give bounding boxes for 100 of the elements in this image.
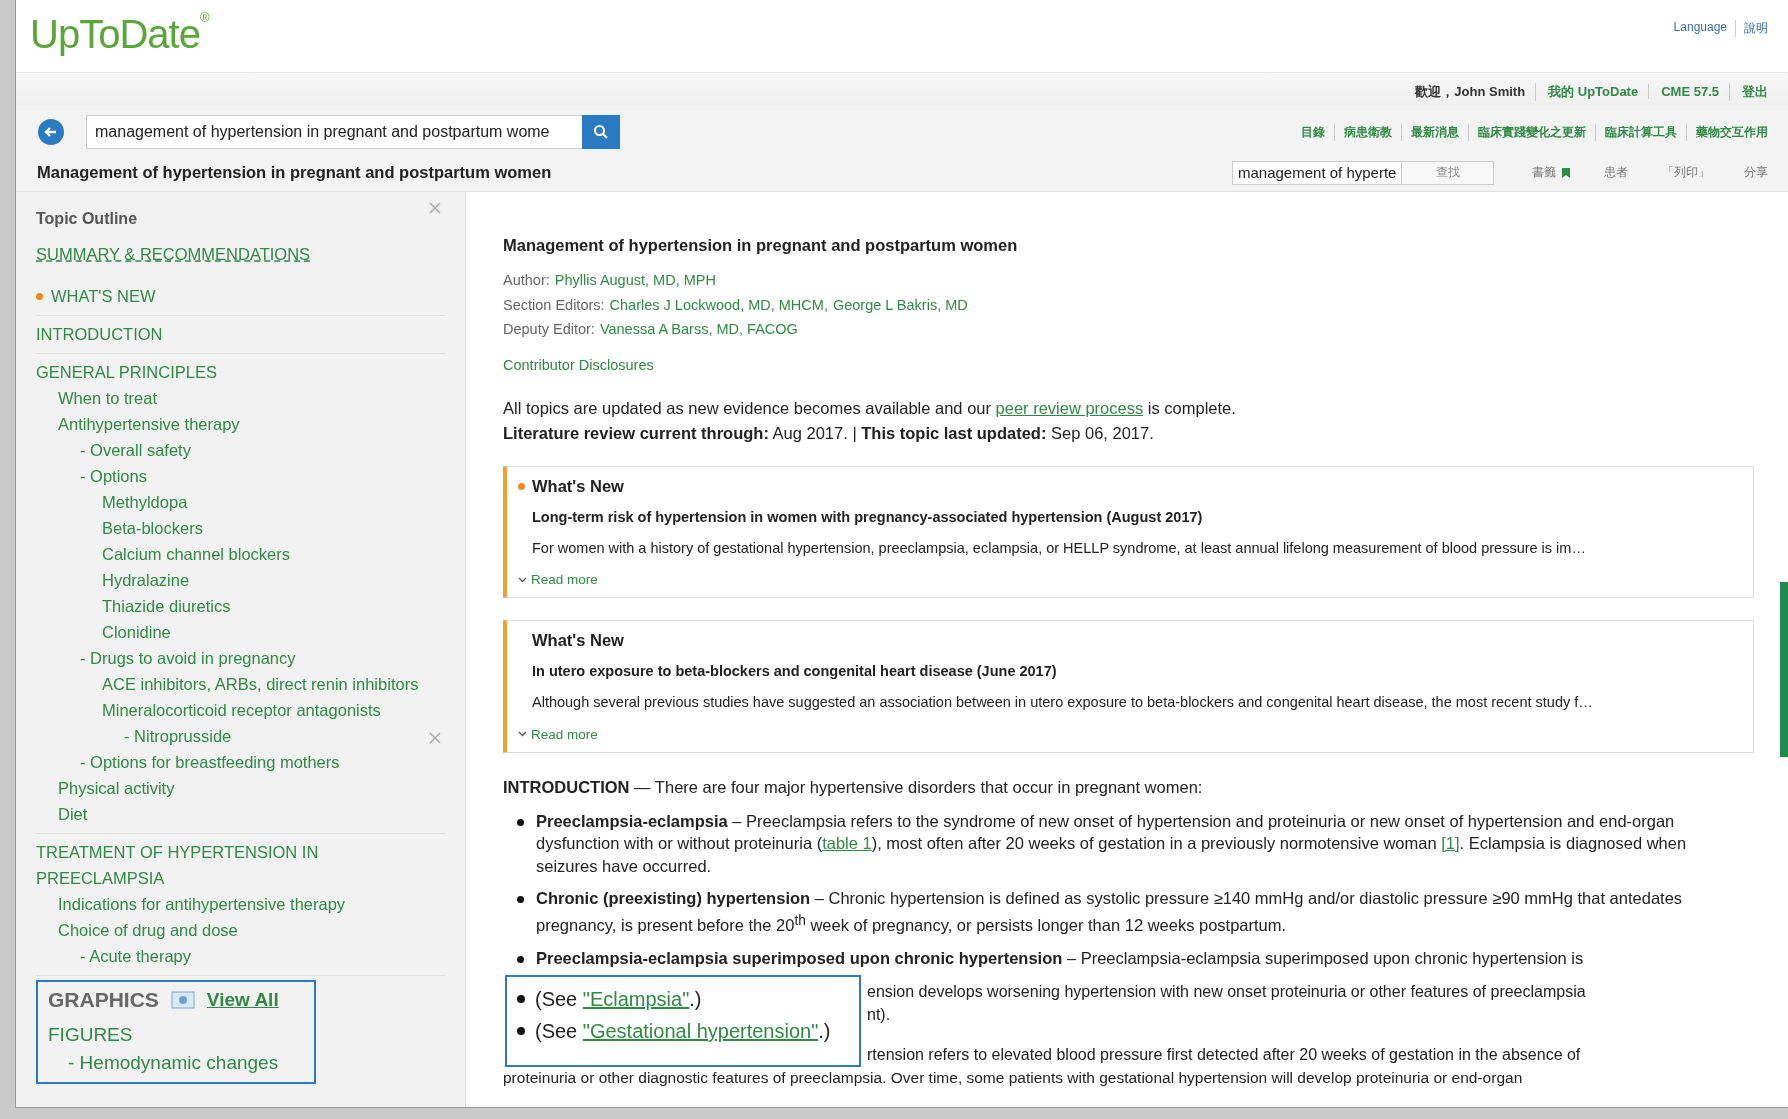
outline-link[interactable]: - Overall safety [36,437,445,463]
bullet-icon [517,995,525,1003]
bookmark-icon [1562,167,1570,178]
toolbar-button[interactable]: 患者 [1604,164,1628,181]
chevron-down-icon [518,576,527,583]
nav-link[interactable]: 目錄 [1301,123,1325,141]
whats-new-summary: Although several previous studies have suggested an association between in utero exposure to beta-blockers and congenital heart disease, the most recent study f… [531,693,1594,711]
outline-link[interactable]: Diet [36,801,445,827]
whats-new-summary: For women with a history of gestational hypertension, preeclampsia, eclampsia, or HELLP syndrome, at least annual lifelong measurement of blood pressure is im… [531,538,1587,557]
image-icon [170,991,195,1009]
user-link[interactable]: 登出 [1729,82,1768,101]
article-title: Management of hypertension in pregnant and postpartum women [503,236,1019,255]
topic-title: Management of hypertension in pregnant and postpartum women [37,163,552,182]
search-button[interactable] [582,115,620,149]
outline-link[interactable]: INTRODUCTION [36,321,445,347]
chevron-down-icon [518,731,527,737]
close-icon[interactable] [429,202,441,214]
toolbar-button[interactable]: 書籤 [1532,164,1570,181]
update-note: All topics are updated as new evidence becomes available and our peer review process is complete. [503,397,1237,419]
search-icon [593,124,609,140]
outline-link[interactable]: WHAT'S NEW [36,283,445,309]
bullet-text: Chronic (preexisting) hypertension – Chronic hypertension is defined as systolic pressure ≥140 mmHg and/or diastolic pressure ≥90 mmHg that antedates pregnancy, is present before the 20$^{th}$ week of pregnancy, or persists longer than 12 weeks postpartum. [536,888,1684,936]
toolbar-button[interactable]: 分享 [1744,164,1768,181]
outline-link[interactable]: Antihypertensive therapy [36,411,445,437]
partly-covered-text: rtension refers to elevated blood pressure first detected after 20 weeks of gestation in the absence of [867,1045,1582,1065]
outline-link[interactable]: - Drugs to avoid in pregnancy [36,645,445,671]
outline-link[interactable]: When to treat [36,385,445,411]
reference-link[interactable]: table 1 [822,834,872,852]
nav-link[interactable]: 藥物交互作用 [1686,123,1768,141]
nav-link[interactable]: 最新消息 [1401,123,1459,141]
outline-link[interactable]: Physical activity [36,775,445,801]
partly-covered-text: ension develops worsening hypertension with new onset proteinuria or other features of preeclampsia [867,982,1586,1002]
outline-link[interactable]: Methyldopa [36,489,445,515]
whats-new-title: In utero exposure to beta-blockers and congenital heart disease (June 2017) [531,663,1058,679]
back-button[interactable] [38,119,64,145]
outline-link[interactable]: Beta-blockers [36,515,445,541]
bullet-icon [517,1027,525,1035]
bullet-icon [517,955,524,963]
author-link[interactable]: Phyllis August, MD, MPH [554,268,716,293]
header-link[interactable]: Language [1673,20,1727,37]
credit-label: Author: [503,271,550,290]
new-dot [36,292,43,300]
reference-link[interactable]: [1] [1441,834,1460,852]
outline-link[interactable]: TREATMENT OF HYPERTENSION IN PREECLAMPSIA [36,839,445,891]
nav-link[interactable]: 臨床計算工具 [1595,123,1677,141]
read-more-link[interactable]: Read more [518,572,598,587]
welcome-text: 歡迎，John Smith [1415,82,1526,101]
nav-link[interactable]: 臨床實踐變化之更新 [1468,123,1586,141]
credit-label: Deputy Editor: [503,320,595,339]
see-also-text: (See "Eclampsia".) [535,987,702,1012]
user-link[interactable]: 我的 UpToDate [1535,82,1639,101]
outline-link[interactable]: Choice of drug and dose [36,917,445,943]
outline-link[interactable]: Indications for antihypertensive therapy [36,891,445,917]
outline-link[interactable]: ACE inhibitors, ARBs, direct renin inhibitors [36,671,445,697]
outline-link[interactable]: - Options for breastfeeding mothers [36,749,445,775]
bullet-text: Preeclampsia-eclampsia superimposed upon chronic hypertension – Preeclampsia-eclampsia superimposed upon chronic hypertension is [536,947,1584,969]
bullet-icon [517,896,524,903]
view-all-link[interactable]: View All [206,989,279,1011]
outline-link[interactable]: Mineralocorticoid receptor antagonists [36,697,445,723]
author-link[interactable]: George L Bakris, MD [832,292,968,317]
search-field[interactable]: management of hypertension in pregnant and postpartum wome [86,115,582,149]
whats-new-title: Long-term risk of hypertension in women with pregnancy-associated hypertension (August 2017) [531,508,1204,525]
bullet-text: Preeclampsia-eclampsia – Preeclampsia refers to the syndrome of new onset of hypertension and proteinuria or new onset of hypertension and end-organ dysfunction with or without proteinuria (table 1), most often after 20 weeks of gestation in a previously normotensive woman [1]. Eclampsia is diagnosed when seizures have occurred. [536,810,1688,877]
disclosures-link[interactable]: Contributor Disclosures [503,356,654,373]
peer-review-link[interactable]: peer review process [995,398,1144,417]
logo[interactable]: UpToDate$^{®}$ [30,12,209,57]
user-link[interactable]: CME 57.5 [1648,84,1719,99]
outline-link[interactable]: SUMMARY & RECOMMENDATIONS [36,241,445,267]
outline-link[interactable]: GENERAL PRINCIPLES [36,359,445,385]
see-also-link[interactable]: "Eclampsia" [582,988,690,1010]
whats-new-heading: What's New [532,631,624,650]
figures-heading: FIGURES [48,1024,134,1046]
close-icon[interactable] [429,732,441,744]
outline-link[interactable]: Thiazide diuretics [36,593,445,619]
figure-link[interactable]: - Hemodynamic changes [48,1052,304,1074]
find-field[interactable]: management of hyperte [1232,160,1402,185]
header-link[interactable]: 說明 [1735,20,1768,37]
review-dates: Literature review current through: Aug 2017. | This topic last updated: Sep 06, 2017. [503,423,1154,442]
outline-link[interactable]: - Nitroprusside [36,723,445,749]
body-text: proteinuria or other diagnostic features of preeclampsia. Over time, some patients with gestational hypertension will develop proteinuria or end-organ [503,1067,1524,1088]
bullet-icon [517,818,524,826]
toolbar-button[interactable]: 「列印」 [1662,164,1710,181]
back-arrow-icon [44,125,58,139]
outline-link[interactable]: Clonidine [36,619,445,645]
outline-link[interactable]: - Acute therapy [36,943,445,969]
graphics-heading: GRAPHICS [48,988,159,1012]
nav-link[interactable]: 病患衛教 [1334,123,1392,141]
outline-link[interactable]: - Options [36,463,445,489]
see-also-text: (See "Gestational hypertension".) [535,1019,831,1044]
whats-new-heading: What's New [532,476,624,496]
read-more-link[interactable]: Read more [518,726,598,742]
author-link[interactable]: Vanessa A Barss, MD, FACOG [599,317,798,342]
credit-label: Section Editors: [503,295,605,315]
find-button[interactable]: 查找 [1402,160,1494,185]
outline-link[interactable]: Calcium channel blockers [36,541,445,567]
see-also-link[interactable]: "Gestational hypertension" [582,1020,819,1042]
author-link[interactable]: Charles J Lockwood, MD, MHCM, [609,292,828,317]
partly-covered-text: nt). [867,1004,892,1025]
outline-title: Topic Outline [36,210,139,228]
outline-link[interactable]: Hydralazine [36,567,445,593]
